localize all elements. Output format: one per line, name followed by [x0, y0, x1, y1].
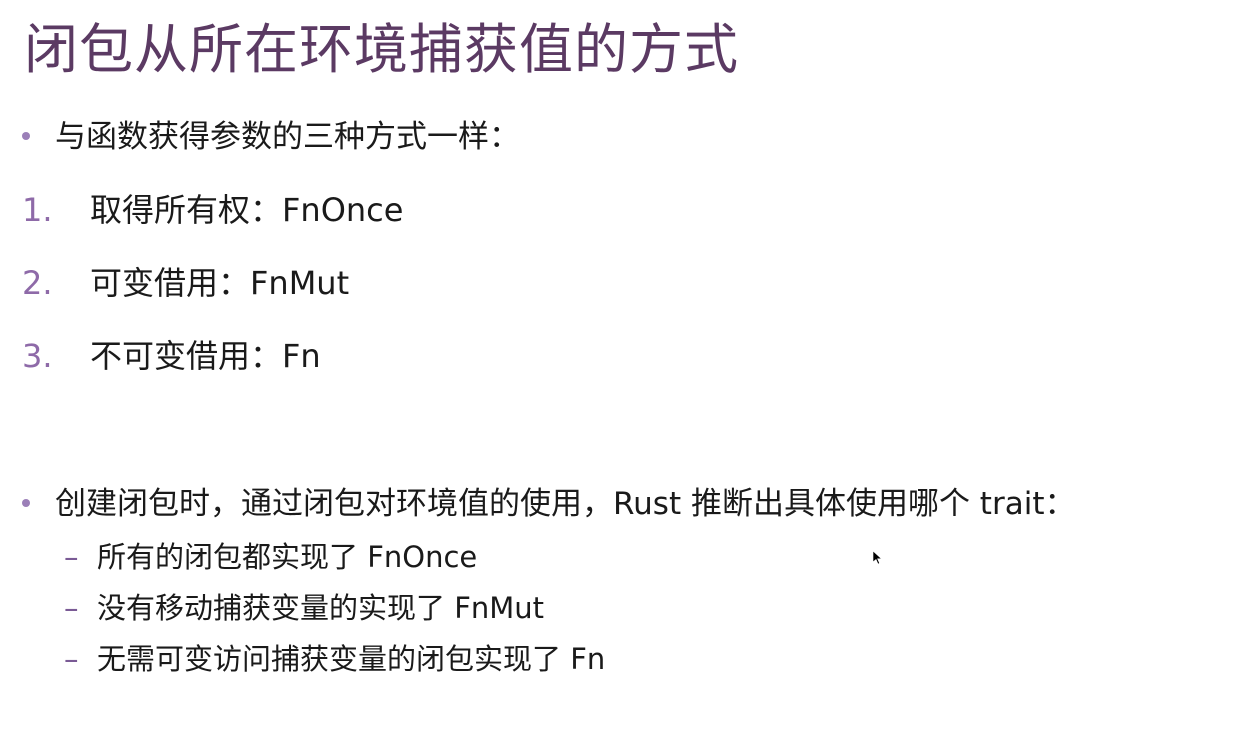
sub-item-1: – 所有的闭包都实现了 FnOnce	[64, 537, 477, 577]
item-number: 1.	[22, 191, 53, 229]
intro-bullet-text: 与函数获得参数的三种方式一样：	[55, 119, 520, 155]
item-text: 不可变借用：Fn	[90, 337, 321, 375]
sub-item-text: 没有移动捕获变量的实现了 FnMut	[97, 591, 545, 625]
sub-item-2: – 没有移动捕获变量的实现了 FnMut	[64, 588, 544, 628]
bullet-dot-icon	[22, 498, 30, 507]
intro-bullet: 与函数获得参数的三种方式一样：	[22, 115, 520, 159]
sub-item-text: 所有的闭包都实现了 FnOnce	[97, 540, 478, 574]
slide: 闭包从所在环境捕获值的方式 与函数获得参数的三种方式一样： 1. 取得所有权：Fn…	[0, 0, 1247, 735]
mouse-pointer-icon	[873, 551, 883, 565]
sub-item-3: – 无需可变访问捕获变量的闭包实现了 Fn	[64, 639, 605, 679]
numbered-item-3: 3. 不可变借用：Fn	[22, 334, 321, 378]
dash-marker: –	[64, 642, 79, 676]
dash-marker: –	[64, 591, 79, 625]
item-number: 2.	[22, 264, 53, 302]
numbered-item-2: 2. 可变借用：FnMut	[22, 261, 349, 305]
second-bullet-text: 创建闭包时，通过闭包对环境值的使用，Rust 推断出具体使用哪个 trait：	[55, 486, 1076, 522]
item-text: 可变借用：FnMut	[90, 264, 350, 302]
dash-marker: –	[64, 540, 79, 574]
numbered-item-1: 1. 取得所有权：FnOnce	[22, 188, 403, 232]
item-number: 3.	[22, 337, 53, 375]
item-text: 取得所有权：FnOnce	[90, 191, 404, 229]
second-bullet: 创建闭包时，通过闭包对环境值的使用，Rust 推断出具体使用哪个 trait：	[22, 482, 1075, 526]
slide-title: 闭包从所在环境捕获值的方式	[24, 18, 739, 81]
sub-item-text: 无需可变访问捕获变量的闭包实现了 Fn	[97, 642, 606, 676]
bullet-dot-icon	[22, 131, 30, 140]
